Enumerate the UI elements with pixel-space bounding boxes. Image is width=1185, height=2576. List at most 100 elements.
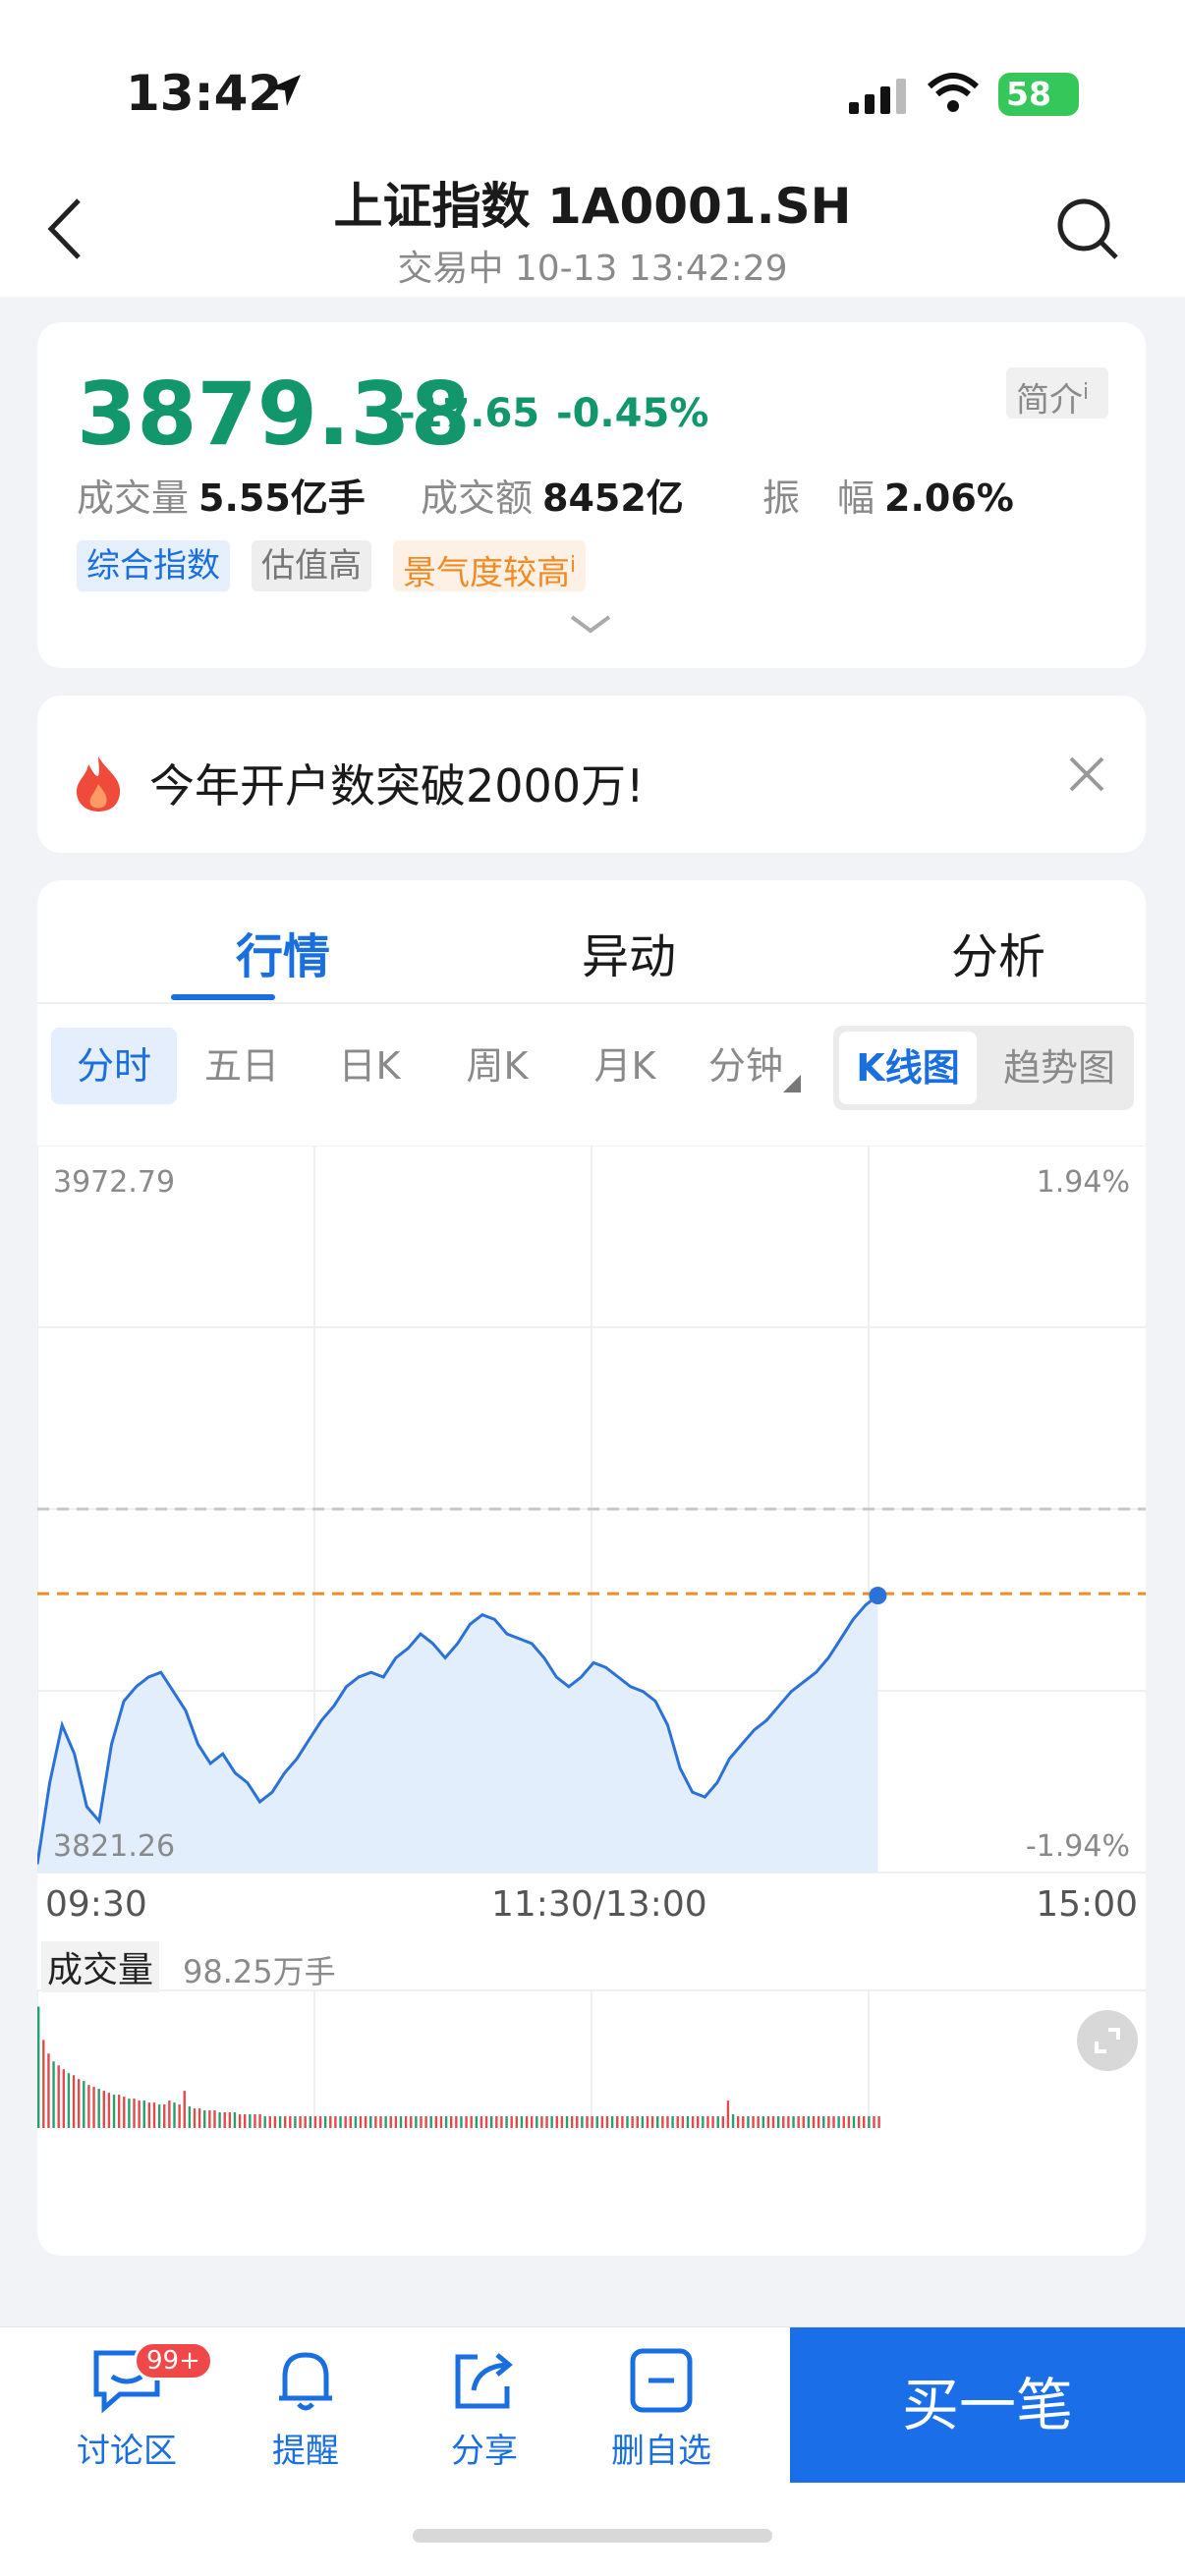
volume-bar xyxy=(92,2087,95,2128)
volume-bar xyxy=(128,2099,131,2128)
volume-bar xyxy=(610,2116,614,2128)
volume-bar xyxy=(605,2116,609,2128)
volume-bar xyxy=(505,2116,508,2128)
expand-icon[interactable] xyxy=(1077,2010,1138,2071)
tab-analysis[interactable]: 分析 xyxy=(851,918,1146,986)
volume-bar xyxy=(424,2116,427,2128)
volume-bar xyxy=(721,2116,725,2128)
latest-price-dot xyxy=(869,1587,887,1605)
tab-movement[interactable]: 异动 xyxy=(481,918,776,986)
volume-bar xyxy=(228,2112,232,2128)
volume-bar xyxy=(475,2116,479,2128)
tag-composite-index[interactable]: 综合指数 xyxy=(77,540,230,591)
price-change: -17.65 xyxy=(399,391,540,436)
volume-bar xyxy=(37,2006,40,2128)
volume-bar xyxy=(147,2102,151,2128)
volume-bar xyxy=(112,2095,116,2128)
minus-square-icon xyxy=(630,2348,693,2413)
home-indicator[interactable] xyxy=(413,2529,772,2543)
volume-bar xyxy=(530,2116,534,2128)
volume-bar xyxy=(152,2102,156,2128)
search-icon[interactable] xyxy=(1055,196,1120,261)
volume-bar xyxy=(77,2079,81,2128)
volume-bar xyxy=(349,2116,352,2128)
buy-button[interactable]: 买一笔 xyxy=(790,2327,1185,2483)
volume-bar xyxy=(283,2116,287,2128)
volume-bar xyxy=(218,2112,221,2128)
volume-bar xyxy=(565,2116,569,2128)
volume-bar xyxy=(581,2116,584,2128)
volume-bar xyxy=(249,2114,252,2128)
volume-bar xyxy=(515,2116,519,2128)
volume-bar xyxy=(404,2116,408,2128)
volume-bar xyxy=(173,2102,176,2128)
volume-bar xyxy=(797,2116,800,2128)
volume-bar xyxy=(87,2085,90,2128)
volume-bar xyxy=(650,2116,654,2128)
volume-bar xyxy=(238,2114,242,2128)
volume-bar xyxy=(782,2116,785,2128)
period-five-day[interactable]: 五日 xyxy=(185,1028,299,1104)
tag-prosperity-label: 景气度较高 xyxy=(403,553,570,593)
volume-bar xyxy=(757,2116,760,2128)
volume-bar xyxy=(747,2116,750,2128)
close-icon[interactable] xyxy=(1067,755,1106,794)
volume-bar xyxy=(244,2114,247,2128)
tag-prosperity-high[interactable]: 景气度较高i xyxy=(393,540,587,593)
volume-bar xyxy=(555,2116,558,2128)
period-intraday[interactable]: 分时 xyxy=(51,1028,177,1104)
volume-bar xyxy=(641,2116,645,2128)
tab-bar: 行情 异动 分析 xyxy=(37,880,1146,1004)
volume-bar xyxy=(852,2116,856,2128)
fire-icon xyxy=(77,756,121,812)
volume-bar xyxy=(570,2116,574,2128)
intraday-chart[interactable] xyxy=(37,1146,1146,2256)
volume-bar xyxy=(57,2065,60,2128)
volume-bar xyxy=(686,2116,690,2128)
volume-bar xyxy=(827,2116,830,2128)
volume-bar xyxy=(560,2116,564,2128)
period-weekly-k[interactable]: 周K xyxy=(440,1028,554,1104)
period-monthly-k[interactable]: 月K xyxy=(568,1028,682,1104)
volume-bar xyxy=(67,2073,71,2128)
intro-button[interactable]: 简介i xyxy=(1006,367,1108,420)
volume-bar xyxy=(586,2116,589,2128)
volume-bar xyxy=(102,2091,105,2128)
volume-bar xyxy=(323,2116,327,2128)
amplitude-stat: 振 幅 2.06% xyxy=(762,468,1014,522)
tag-valuation-high[interactable]: 估值高 xyxy=(252,540,371,591)
volume-bar xyxy=(344,2116,347,2128)
tab-market[interactable]: 行情 xyxy=(136,918,430,986)
volume-bar xyxy=(42,2040,45,2128)
chevron-down-icon[interactable] xyxy=(568,613,613,637)
nav-alert[interactable]: 提醒 xyxy=(232,2347,379,2472)
volume-bar xyxy=(203,2110,206,2128)
volume-bar xyxy=(500,2116,503,2128)
volume-bar xyxy=(183,2091,186,2128)
time-end: 15:00 xyxy=(1036,1884,1138,1925)
trend-toggle[interactable]: 趋势图 xyxy=(990,1032,1128,1104)
period-minute[interactable]: 分钟 xyxy=(696,1028,814,1104)
nav-share[interactable]: 分享 xyxy=(411,2347,558,2472)
volume-bar xyxy=(656,2116,659,2128)
dropdown-corner-icon xyxy=(783,1075,801,1092)
volume-bar xyxy=(133,2099,136,2128)
volume-bar xyxy=(72,2075,76,2128)
period-daily-k[interactable]: 日K xyxy=(312,1028,426,1104)
volume-bar xyxy=(354,2116,358,2128)
promo-banner[interactable]: 今年开户数突破2000万! xyxy=(37,696,1146,853)
quote-card: 3879.38 -17.65 -0.45% 简介i 成交量 5.55亿手 成交额 8… xyxy=(37,322,1146,668)
volume-bar xyxy=(334,2116,337,2128)
volume-bar xyxy=(254,2114,256,2128)
nav-discussion[interactable]: 讨论区 99+ xyxy=(53,2341,213,2472)
nav-remove-watchlist[interactable]: 删自选 xyxy=(588,2347,735,2472)
kline-toggle[interactable]: K线图 xyxy=(839,1032,977,1104)
volume-bar xyxy=(484,2116,488,2128)
trading-status: 交易中 10-13 13:42:29 xyxy=(397,249,788,289)
amount-label: 成交额 xyxy=(421,476,534,520)
volume-bar xyxy=(62,2069,66,2128)
volume-bar xyxy=(742,2116,745,2128)
amplitude-value: 2.06% xyxy=(884,476,1014,520)
volume-bar xyxy=(410,2116,413,2128)
volume-bar xyxy=(697,2116,700,2128)
